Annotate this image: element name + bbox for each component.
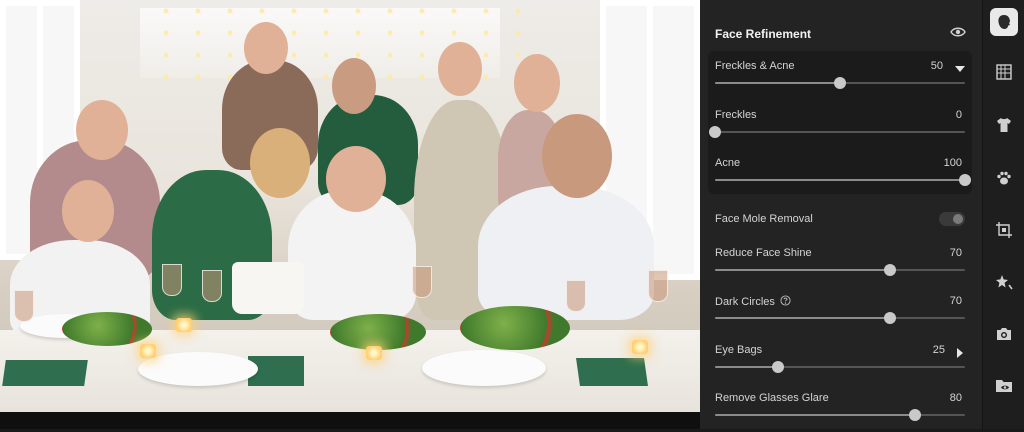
acne-row: Acne 100 (715, 157, 971, 197)
salad-bowl (62, 312, 152, 346)
panel-title: Face Refinement (715, 27, 812, 41)
remove-glasses-glare-value: 80 (949, 392, 962, 404)
face-tool-button[interactable] (990, 8, 1018, 36)
freckles-acne-value: 50 (930, 60, 943, 72)
person-head (542, 114, 612, 198)
triangle-right-icon[interactable] (955, 345, 965, 363)
salad-bowl (460, 306, 570, 350)
open-folder-tool-button[interactable] (990, 372, 1018, 400)
question-circle-icon[interactable] (780, 295, 791, 309)
texture-grid-icon (996, 64, 1012, 80)
person-head (332, 58, 376, 114)
face-mole-removal-label: Face Mole Removal (715, 213, 813, 225)
wine-glass (202, 270, 222, 302)
freckles-acne-slider[interactable] (715, 77, 965, 89)
slider-thumb[interactable] (771, 361, 784, 373)
wine-glass (648, 270, 668, 302)
reduce-face-shine-label: Reduce Face Shine (715, 247, 812, 259)
wine-glass (566, 280, 586, 312)
slider-thumb[interactable] (884, 312, 896, 324)
plate (422, 350, 546, 386)
person-head (326, 146, 386, 212)
slider-thumb[interactable] (834, 77, 846, 89)
eye-bags-label: Eye Bags (715, 344, 763, 356)
clothing-tool-button[interactable] (990, 111, 1018, 139)
folder-eye-icon (996, 380, 1012, 392)
freckles-value: 0 (955, 109, 962, 121)
shirt-icon (997, 118, 1011, 132)
reduce-face-shine-value: 70 (949, 247, 962, 259)
person-head (62, 180, 114, 242)
camera-tool-button[interactable] (990, 320, 1018, 348)
napkin (576, 358, 648, 386)
person-head (514, 54, 560, 112)
dark-circles-row: Dark Circles 70 (715, 295, 965, 335)
person-head (250, 128, 310, 198)
crop-tool-button[interactable] (990, 216, 1018, 244)
face-icon (998, 15, 1010, 29)
wine-glass (412, 266, 432, 298)
slider-thumb[interactable] (959, 174, 971, 186)
salad-bowl (330, 314, 426, 350)
tealight-candle (366, 346, 382, 360)
person-head (438, 42, 482, 96)
freckles-label: Freckles (715, 109, 757, 121)
reduce-face-shine-slider[interactable] (715, 264, 965, 276)
slider-fill (715, 414, 915, 416)
slider-thumb[interactable] (709, 126, 721, 138)
remove-glasses-glare-slider[interactable] (715, 409, 965, 421)
slider-thumb[interactable] (884, 264, 896, 276)
dark-circles-label-group: Dark Circles (715, 295, 791, 309)
eye-bags-row: Eye Bags 25 (715, 344, 965, 384)
person-head (244, 22, 288, 74)
eye-bags-value: 25 (932, 344, 945, 356)
slider-thumb[interactable] (909, 409, 921, 421)
remove-glasses-glare-row: Remove Glasses Glare 80 (715, 392, 965, 432)
tool-rail (982, 0, 1024, 429)
dark-circles-value: 70 (949, 295, 962, 307)
slider-fill (715, 82, 840, 84)
camera-icon (997, 328, 1011, 340)
tealight-candle (176, 318, 192, 332)
person-head (76, 100, 128, 160)
toggle-knob (953, 214, 963, 224)
freckles-acne-row: Freckles & Acne 50 (715, 60, 965, 100)
reduce-face-shine-row: Reduce Face Shine 70 (715, 247, 965, 287)
wine-glass (162, 264, 182, 296)
face-mole-removal-toggle[interactable] (939, 212, 965, 226)
pet-tool-button[interactable] (990, 164, 1018, 192)
acne-value: 100 (943, 157, 962, 169)
eye-bags-slider[interactable] (715, 361, 965, 373)
plate (138, 352, 258, 386)
remove-glasses-glare-label: Remove Glasses Glare (715, 392, 829, 404)
photo-canvas[interactable] (0, 0, 700, 412)
acne-label: Acne (715, 157, 741, 169)
crop-frame-icon (996, 222, 1012, 238)
freckles-acne-label: Freckles & Acne (715, 60, 795, 72)
adjustment-panel: Face Refinement Freckles & Acne 50 Freck… (700, 0, 982, 429)
tealight-candle (632, 340, 648, 354)
sparkle-star-icon (996, 275, 1013, 290)
wine-glass (14, 290, 34, 322)
slider-fill (715, 179, 965, 181)
tealight-candle (140, 344, 156, 358)
slider-fill (715, 269, 890, 271)
skin-texture-tool-button[interactable] (990, 58, 1018, 86)
canvas-bottom-bar (0, 412, 700, 429)
slider-fill (715, 366, 778, 368)
acne-slider[interactable] (715, 174, 971, 186)
triangle-down-icon[interactable] (955, 61, 965, 79)
dark-circles-slider[interactable] (715, 312, 965, 324)
birthday-cake (232, 262, 304, 314)
auto-enhance-tool-button[interactable] (990, 268, 1018, 296)
slider-fill (715, 317, 890, 319)
freckles-slider[interactable] (709, 126, 965, 138)
panel-header: Face Refinement (715, 24, 966, 44)
paw-icon (997, 171, 1011, 185)
eye-icon[interactable] (950, 24, 966, 45)
dark-circles-label: Dark Circles (715, 296, 775, 308)
napkin (2, 360, 88, 386)
freckles-row: Freckles 0 (709, 109, 965, 149)
